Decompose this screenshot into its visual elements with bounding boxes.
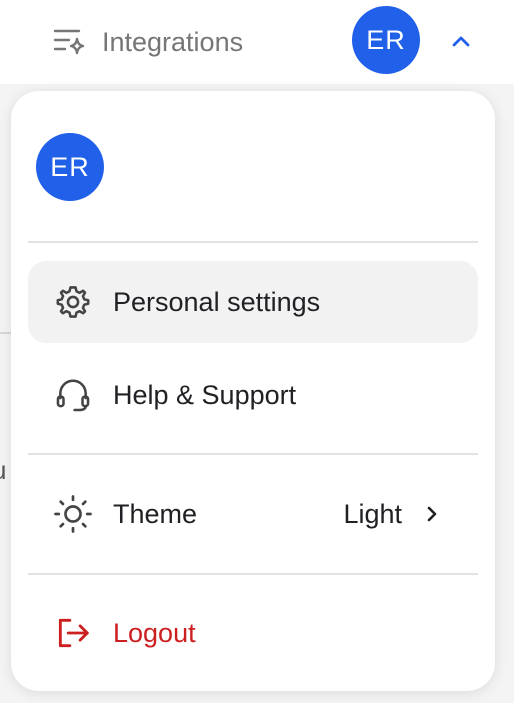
theme-value: Light xyxy=(343,498,402,529)
menu-divider xyxy=(28,453,478,455)
integrations-link[interactable]: Integrations xyxy=(52,20,243,64)
logout-label: Logout xyxy=(113,617,196,648)
user-menu-dropdown: ER Personal settings Help & Support Them… xyxy=(11,91,495,691)
page: Integrations ER u t ER Personal settings xyxy=(0,0,514,703)
integrations-label: Integrations xyxy=(102,26,244,57)
logout-item[interactable]: Logout xyxy=(28,592,478,674)
help-support-item[interactable]: Help & Support xyxy=(28,354,478,436)
avatar: ER xyxy=(36,133,104,201)
personal-settings-item[interactable]: Personal settings xyxy=(28,261,478,343)
top-bar: Integrations ER xyxy=(0,0,514,84)
help-support-label: Help & Support xyxy=(113,379,297,410)
theme-item[interactable]: Theme Light xyxy=(28,473,478,555)
headset-icon xyxy=(53,375,93,415)
sun-icon xyxy=(53,494,93,534)
background-text: u xyxy=(0,455,6,486)
personal-settings-label: Personal settings xyxy=(113,286,321,317)
gear-icon xyxy=(53,282,93,322)
theme-label: Theme xyxy=(113,498,198,529)
menu-divider xyxy=(28,573,478,575)
chevron-up-icon[interactable] xyxy=(448,28,474,54)
logout-icon xyxy=(53,613,93,653)
user-avatar-button[interactable]: ER xyxy=(352,6,420,74)
menu-divider xyxy=(28,241,478,243)
integrations-icon xyxy=(52,26,88,58)
chevron-right-icon xyxy=(422,504,442,524)
